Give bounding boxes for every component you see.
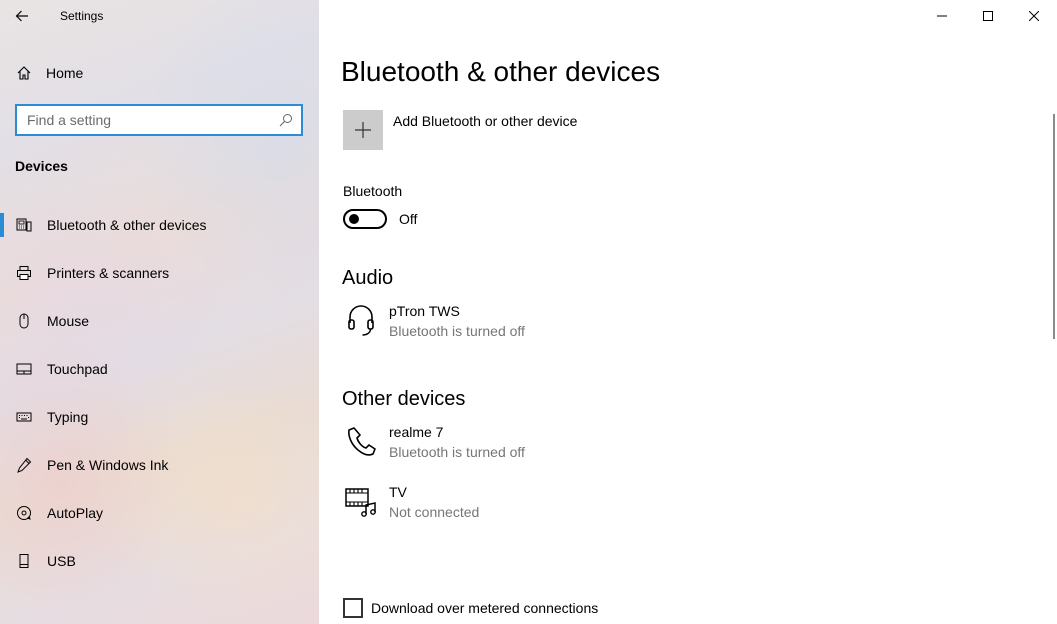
keyboard-icon: [16, 409, 32, 425]
sidebar-item-label: Typing: [47, 409, 89, 425]
page-title: Bluetooth & other devices: [341, 56, 661, 87]
main-content: Bluetooth & other devices Add Bluetooth …: [319, 0, 1057, 624]
sidebar-item-typing[interactable]: Typing: [0, 393, 319, 441]
device-name: pTron TWS: [389, 303, 460, 319]
sidebar-item-label: Bluetooth & other devices: [47, 217, 207, 233]
device-name: realme 7: [389, 424, 444, 440]
metered-checkbox[interactable]: [343, 598, 363, 618]
app-title: Settings: [60, 9, 104, 23]
sidebar-item-label: Pen & Windows Ink: [47, 457, 169, 473]
sidebar-item-label: Printers & scanners: [47, 265, 170, 281]
sidebar-item-usb[interactable]: USB: [0, 537, 319, 585]
metered-label: Download over metered connections: [371, 600, 599, 616]
audio-section-title: Audio: [342, 267, 394, 289]
home-icon: [17, 66, 31, 80]
pen-icon: [16, 457, 32, 473]
window-controls: [919, 0, 1057, 32]
bluetooth-toggle-row: Off: [343, 209, 417, 229]
maximize-button[interactable]: [965, 0, 1011, 32]
phone-icon: [343, 423, 379, 459]
sidebar-item-touchpad[interactable]: Touchpad: [0, 345, 319, 393]
device-name: TV: [389, 484, 407, 500]
sidebar: Settings Home Devices Bluetooth & other …: [0, 0, 319, 624]
other-devices-section-title: Other devices: [342, 388, 466, 410]
toggle-knob: [349, 214, 359, 224]
back-button[interactable]: [0, 0, 44, 32]
minimize-button[interactable]: [919, 0, 965, 32]
device-text: realme 7 Bluetooth is turned off: [389, 423, 525, 463]
sidebar-item-bluetooth[interactable]: Bluetooth & other devices: [0, 201, 319, 249]
printer-icon: [16, 265, 32, 281]
bluetooth-toggle[interactable]: [343, 209, 387, 229]
maximize-icon: [983, 11, 993, 21]
device-status: Bluetooth is turned off: [389, 323, 525, 339]
metered-connections-option[interactable]: Download over metered connections: [343, 598, 598, 618]
sidebar-item-pen[interactable]: Pen & Windows Ink: [0, 441, 319, 489]
usb-icon: [16, 553, 32, 569]
sidebar-item-label: AutoPlay: [47, 505, 104, 521]
search-input[interactable]: [27, 112, 279, 128]
device-status: Not connected: [389, 504, 480, 520]
mouse-icon: [16, 313, 32, 329]
device-text: pTron TWS Bluetooth is turned off: [389, 302, 525, 342]
back-arrow-icon: [15, 10, 28, 22]
autoplay-icon: [16, 505, 32, 521]
home-label: Home: [46, 65, 84, 81]
section-title: Devices: [15, 158, 68, 174]
sidebar-item-label: USB: [47, 553, 76, 569]
device-text: TV Not connected: [389, 483, 479, 523]
bluetooth-state: Off: [399, 211, 418, 227]
bluetooth-devices-icon: [16, 217, 32, 233]
other-device-item[interactable]: TV Not connected: [343, 483, 479, 523]
title-bar: Settings: [0, 0, 319, 32]
close-button[interactable]: [1011, 0, 1057, 32]
sidebar-item-mouse[interactable]: Mouse: [0, 297, 319, 345]
add-device-tile[interactable]: [343, 110, 383, 150]
add-device-label: Add Bluetooth or other device: [393, 113, 578, 129]
sidebar-item-autoplay[interactable]: AutoPlay: [0, 489, 319, 537]
bluetooth-label: Bluetooth: [343, 183, 403, 199]
plus-icon: [355, 122, 371, 138]
close-icon: [1029, 11, 1039, 21]
media-device-icon: [343, 483, 379, 519]
search-box[interactable]: [15, 104, 303, 136]
touchpad-icon: [16, 361, 32, 377]
sidebar-item-home[interactable]: Home: [0, 57, 319, 89]
headset-icon: [343, 302, 379, 338]
sidebar-item-label: Touchpad: [47, 361, 108, 377]
sidebar-item-label: Mouse: [47, 313, 90, 329]
audio-device-item[interactable]: pTron TWS Bluetooth is turned off: [343, 302, 525, 342]
search-icon[interactable]: [279, 113, 293, 127]
other-device-item[interactable]: realme 7 Bluetooth is turned off: [343, 423, 525, 463]
sidebar-item-printers[interactable]: Printers & scanners: [0, 249, 319, 297]
add-device-button[interactable]: Add Bluetooth or other device: [343, 110, 577, 150]
minimize-icon: [937, 15, 947, 17]
scrollbar[interactable]: [1053, 114, 1055, 339]
device-status: Bluetooth is turned off: [389, 444, 525, 460]
sidebar-nav: Bluetooth & other devices Printers & sca…: [0, 201, 319, 585]
